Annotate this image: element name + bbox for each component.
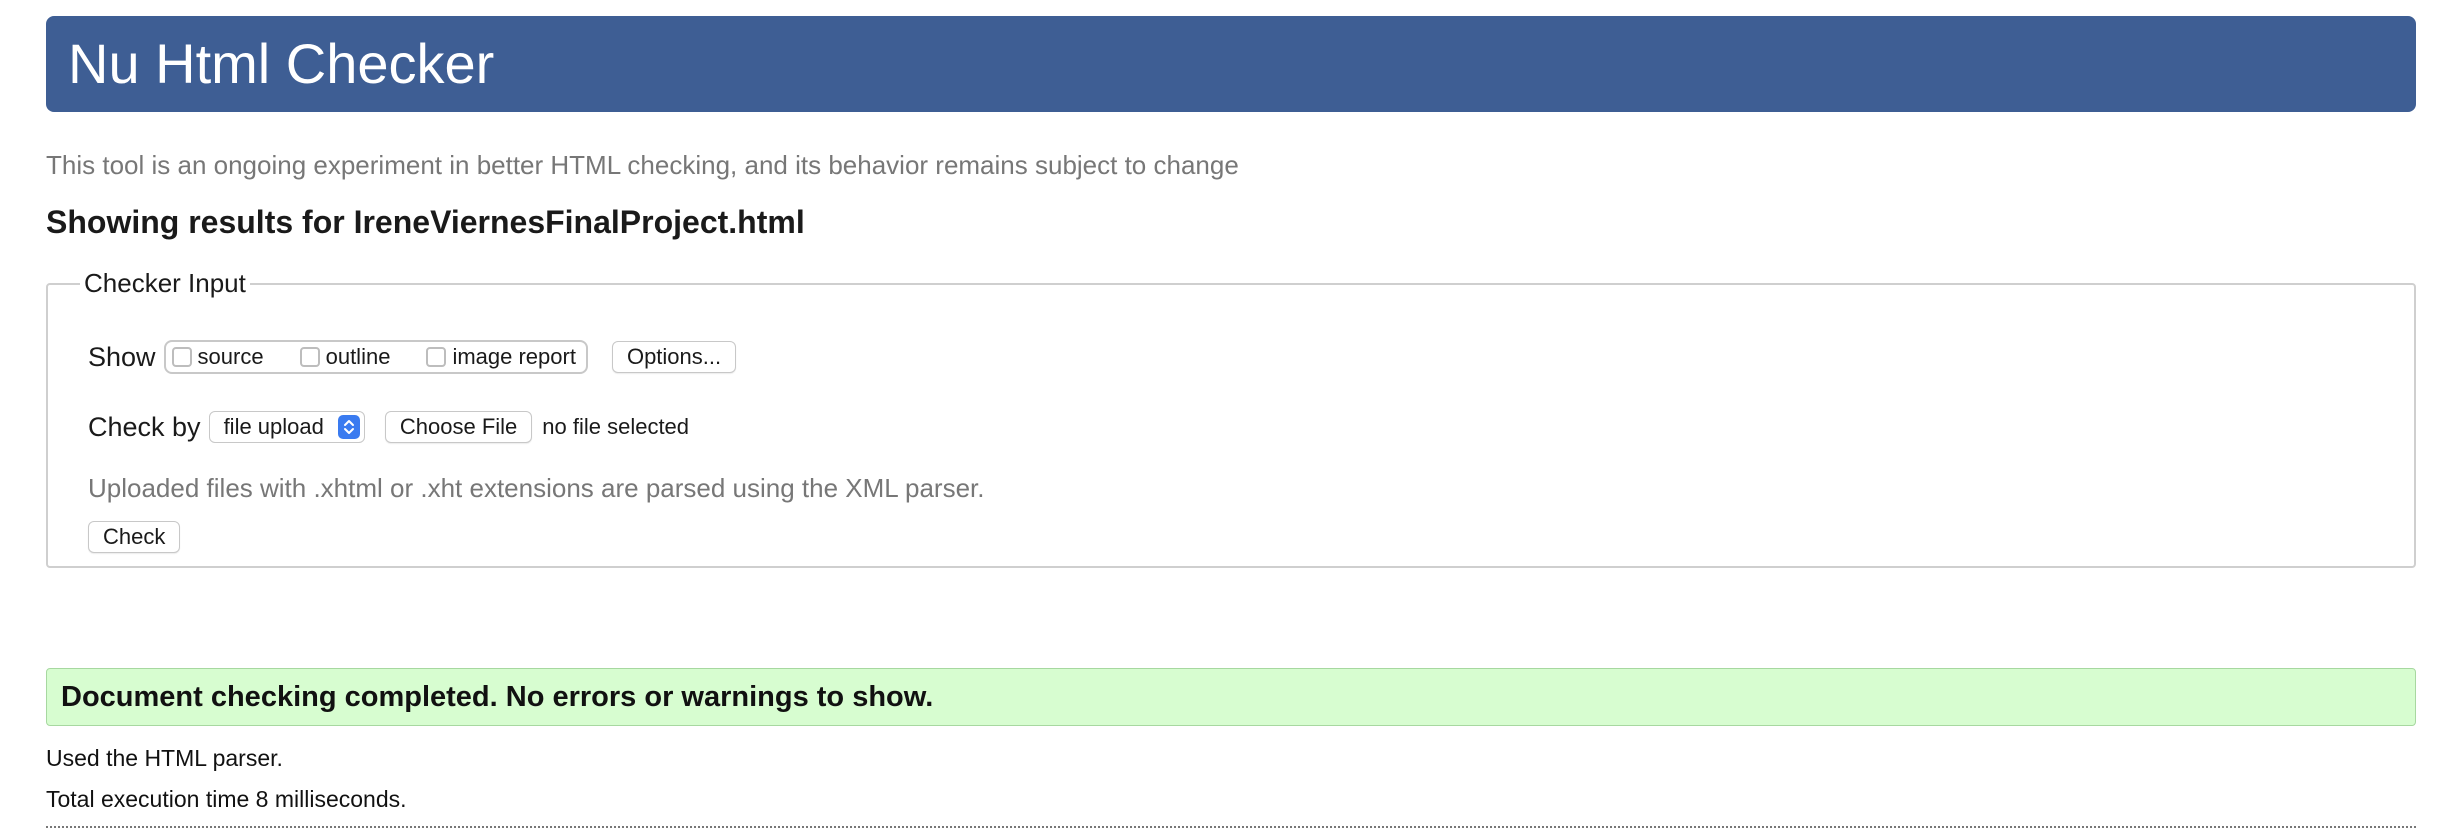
source-checkbox[interactable] [171,347,192,367]
check-button-row: Check [88,521,181,553]
options-button[interactable]: Options... [611,341,737,373]
show-image-report-option[interactable]: image report [426,344,576,370]
source-checkbox-label: source [197,344,264,369]
image-report-checkbox-label: image report [452,344,576,369]
check-by-row: Check by file upload Choose File no file… [88,407,689,447]
checker-input-legend: Checker Input [84,268,246,298]
image-report-checkbox[interactable] [426,347,447,367]
no-file-selected-text: no file selected [542,414,690,439]
choose-file-button[interactable]: Choose File [384,411,533,443]
parser-info: Used the HTML parser. [46,745,283,771]
show-outline-option[interactable]: outline [299,344,391,370]
page: Nu Html Checker This tool is an ongoing … [0,0,2448,840]
show-label: Show [88,341,156,372]
page-title: Nu Html Checker [68,32,495,95]
show-checkbox-group: source outline image report [163,340,588,374]
checker-input-fieldset: Checker Input Show source outline image … [46,268,2416,568]
page-header: Nu Html Checker [46,16,2416,112]
results-heading: Showing results for IreneViernesFinalPro… [46,204,805,240]
check-by-select[interactable]: file upload [208,411,365,443]
chevron-up-down-icon [337,415,360,439]
dotted-divider [46,826,2416,828]
check-by-label: Check by [88,411,201,442]
xml-parser-note: Uploaded files with .xhtml or .xht exten… [88,473,985,503]
outline-checkbox-label: outline [325,344,391,369]
outline-checkbox[interactable] [299,347,320,367]
tagline: This tool is an ongoing experiment in be… [46,150,1239,180]
success-message: Document checking completed. No errors o… [46,668,2416,726]
check-button[interactable]: Check [88,521,181,553]
show-source-option[interactable]: source [171,344,264,370]
check-by-selected-value: file upload [223,414,324,439]
execution-time: Total execution time 8 milliseconds. [46,786,407,812]
show-options-row: Show source outline image report Options… [88,337,737,377]
